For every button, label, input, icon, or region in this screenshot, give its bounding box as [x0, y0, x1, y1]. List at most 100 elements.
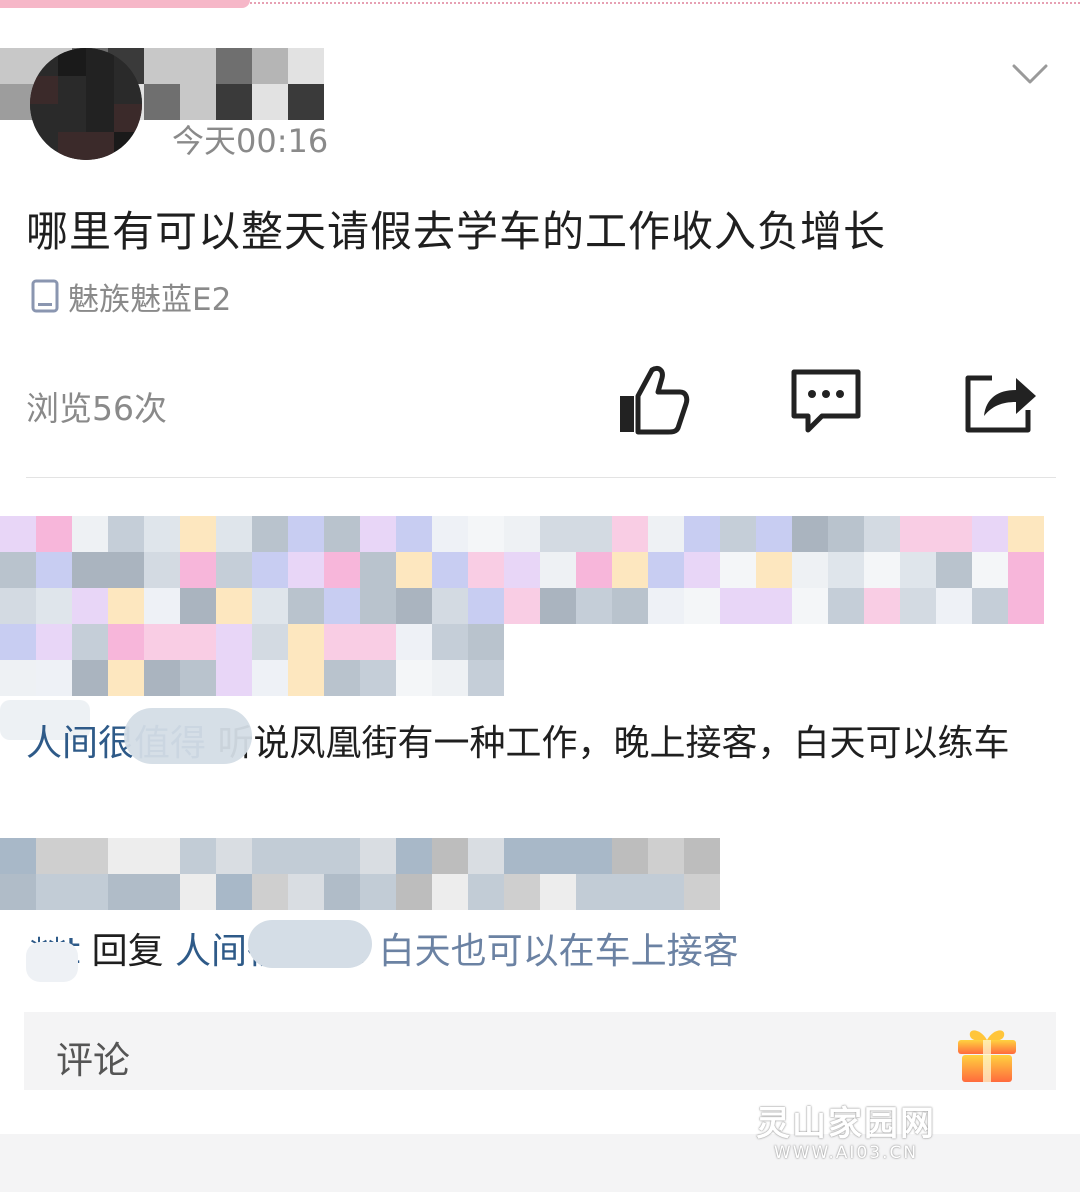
mosaic-cell — [756, 552, 792, 588]
mosaic-cell — [288, 660, 324, 696]
mosaic-cell — [0, 552, 36, 588]
mosaic-cell — [288, 552, 324, 588]
avatar[interactable] — [30, 48, 142, 160]
comment-input-bar[interactable]: 评论 — [24, 1012, 1056, 1090]
mosaic-cell — [180, 552, 216, 588]
mosaic-cell — [972, 552, 1008, 588]
mosaic-cell — [504, 838, 540, 874]
mosaic-cell — [828, 588, 864, 624]
mosaic-cell — [252, 552, 288, 588]
mosaic-cell — [180, 874, 216, 910]
mosaic-cell — [216, 838, 252, 874]
mosaic-cell — [576, 874, 612, 910]
mosaic-cell — [180, 84, 216, 120]
mosaic-cell — [252, 516, 288, 552]
mosaic-cell — [936, 552, 972, 588]
mosaic-cell — [432, 516, 468, 552]
share-icon[interactable] — [962, 364, 1038, 436]
mosaic-cell — [0, 516, 36, 552]
mosaic-cell — [108, 624, 144, 660]
mosaic-cell — [432, 838, 468, 874]
mosaic-cell — [468, 874, 504, 910]
mosaic-cell — [324, 588, 360, 624]
mosaic-cell — [792, 516, 828, 552]
mosaic-cell — [396, 516, 432, 552]
avatar-redacted — [30, 48, 142, 160]
mosaic-cell — [86, 132, 114, 160]
mosaic-cell — [540, 588, 576, 624]
watermark-url: WWW.AI03.CN — [773, 1143, 919, 1163]
mosaic-cell — [864, 588, 900, 624]
mosaic-cell — [900, 516, 936, 552]
reply-redacted — [0, 838, 720, 910]
mosaic-cell — [72, 552, 108, 588]
mosaic-cell — [684, 516, 720, 552]
mosaic-cell — [108, 588, 144, 624]
mosaic-cell — [252, 874, 288, 910]
mosaic-cell — [144, 624, 180, 660]
mosaic-cell — [972, 516, 1008, 552]
mosaic-cell — [58, 48, 86, 76]
mosaic-cell — [540, 838, 576, 874]
mosaic-cell — [0, 874, 36, 910]
mosaic-cell — [360, 516, 396, 552]
mosaic-cell — [144, 552, 180, 588]
mosaic-cell — [144, 516, 180, 552]
mosaic-cell — [468, 660, 504, 696]
chevron-down-icon[interactable] — [1008, 56, 1052, 92]
mosaic-cell — [216, 84, 252, 120]
mosaic-cell — [252, 624, 288, 660]
mosaic-cell — [684, 838, 720, 874]
post-time: 今天00:16 — [172, 122, 329, 160]
phone-icon — [31, 279, 59, 313]
mosaic-cell — [58, 104, 86, 132]
mosaic-cell — [360, 624, 396, 660]
mosaic-cell — [114, 48, 142, 76]
reply-item: **t 回复 人间很值得: 白天也可以在车上接客 — [30, 922, 739, 974]
comment-bubble-icon[interactable] — [788, 364, 864, 436]
mosaic-cell — [288, 838, 324, 874]
mosaic-cell — [756, 516, 792, 552]
mosaic-cell — [720, 588, 756, 624]
mosaic-cell — [540, 874, 576, 910]
site-watermark: 灵山家园网 WWW.AI03.CN — [738, 1096, 954, 1163]
mosaic-cell — [216, 552, 252, 588]
thumbs-up-icon[interactable] — [614, 364, 690, 436]
mosaic-cell — [468, 552, 504, 588]
mosaic-cell — [252, 838, 288, 874]
mosaic-cell — [1008, 588, 1044, 624]
mosaic-cell — [0, 838, 36, 874]
mosaic-cell — [288, 588, 324, 624]
mosaic-cell — [612, 588, 648, 624]
mosaic-cell — [144, 874, 180, 910]
mosaic-cell — [288, 48, 324, 84]
mosaic-cell — [144, 84, 180, 120]
mosaic-cell — [432, 588, 468, 624]
mosaic-cell — [108, 552, 144, 588]
mosaic-cell — [1008, 516, 1044, 552]
mosaic-cell — [0, 660, 36, 696]
reply-verb: 回复 — [91, 931, 164, 972]
redaction-smudge — [248, 920, 372, 968]
watermark-title: 灵山家园网 — [756, 1104, 936, 1144]
mosaic-cell — [648, 588, 684, 624]
mosaic-cell — [252, 48, 288, 84]
device-label: 魅族魅蓝E2 — [68, 281, 232, 318]
section-divider — [26, 477, 1056, 478]
reply-text: 白天也可以在车上接客 — [378, 931, 739, 972]
status-strip — [0, 0, 1080, 8]
mosaic-cell — [432, 552, 468, 588]
mosaic-cell — [108, 838, 144, 874]
mosaic-cell — [216, 874, 252, 910]
mosaic-cell — [108, 660, 144, 696]
mosaic-cell — [972, 588, 1008, 624]
mosaic-cell — [612, 552, 648, 588]
comment-placeholder[interactable]: 评论 — [56, 1030, 130, 1084]
mosaic-cell — [324, 660, 360, 696]
mosaic-cell — [612, 838, 648, 874]
mosaic-cell — [792, 588, 828, 624]
mosaic-cell — [72, 516, 108, 552]
mosaic-cell — [936, 588, 972, 624]
gift-icon[interactable] — [954, 1022, 1020, 1084]
mosaic-cell — [468, 624, 504, 660]
